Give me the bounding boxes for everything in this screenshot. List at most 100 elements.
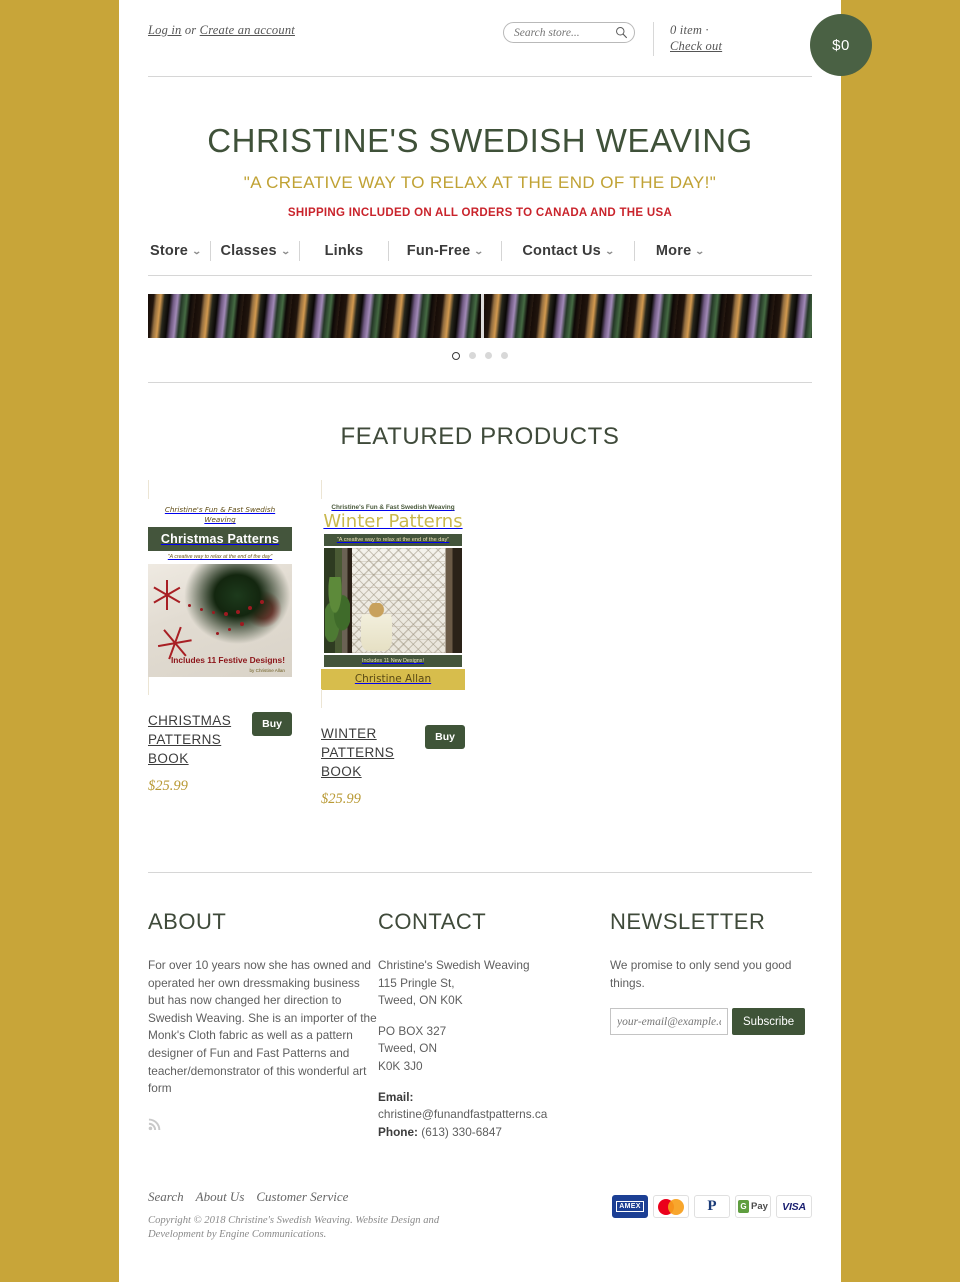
nav-item-links[interactable]: Links (300, 243, 388, 259)
product-card: Christine's Fun & Fast Swedish Weaving C… (148, 480, 292, 808)
sub-footer-links: Search About Us Customer Service (148, 1189, 460, 1205)
nav-label-fun-free: Fun-Free (406, 243, 471, 259)
nav-list: Store ⌄ Classes ⌄ Links Fun-Free ⌄ Conta… (148, 241, 812, 261)
contact-city: Tweed, ON K0K (378, 993, 463, 1008)
page-container: Log in or Create an account 0 item · Che… (119, 0, 872, 1282)
cover-badge: Includes 11 New Designs! (324, 655, 462, 667)
product-image-christmas-patterns-book[interactable]: Christine's Fun & Fast Swedish Weaving C… (148, 480, 292, 695)
contact-address-primary: Christine's Swedish Weaving 115 Pringle … (378, 957, 610, 1010)
amex-label: AMEX (616, 1201, 644, 1213)
cover-title: Winter Patterns (323, 511, 463, 532)
site-tagline: "A CREATIVE WAY TO RELAX AT THE END OF T… (243, 173, 717, 192)
payment-icons: AMEX P G Pay VISA (612, 1195, 812, 1219)
footer: ABOUT For over 10 years now she has owne… (148, 909, 812, 1282)
slider-dot-2[interactable] (469, 352, 476, 359)
google-pay-mark-wrap: G Pay (738, 1200, 768, 1214)
mastercard-circles (658, 1198, 684, 1215)
contact-email-label: Email: (378, 1089, 414, 1104)
hero-slider[interactable] (148, 294, 812, 338)
footer-top-rule (148, 872, 812, 873)
login-link[interactable]: Log in (148, 23, 182, 37)
nav-label-more: More (655, 243, 692, 259)
visa-icon: VISA (776, 1195, 812, 1219)
checkout-link[interactable]: Check out (670, 39, 722, 53)
mastercard-icon (653, 1195, 689, 1219)
create-account-link[interactable]: Create an account (200, 23, 295, 37)
product-meta: CHRISTMAS PATTERNS BOOK Buy (148, 711, 292, 768)
contact-email-value[interactable]: christine@funandfastpatterns.ca (378, 1107, 547, 1121)
sub-footer: Search About Us Customer Service Copyright… (148, 1189, 812, 1282)
product-title-winter-patterns-book[interactable]: WINTER PATTERNS BOOK (321, 724, 409, 781)
nav-label-links: Links (324, 243, 364, 259)
newsletter-heading: NEWSLETTER (610, 909, 766, 934)
featured-heading: FEATURED PRODUCTS (340, 423, 620, 450)
product-image-winter-patterns-book[interactable]: Christine's Fun & Fast Swedish Weaving W… (321, 480, 465, 708)
cart-item-count: 0 item (670, 23, 703, 37)
slider-slide-divider (480, 294, 484, 338)
sub-link-customer-service[interactable]: Customer Service (256, 1189, 348, 1204)
contact-po-box: PO BOX 327 (378, 1023, 447, 1038)
buy-button-christmas-patterns-book[interactable]: Buy (252, 712, 292, 736)
product-grid: Christine's Fun & Fast Swedish Weaving C… (148, 480, 812, 808)
nav-label-store: Store (150, 243, 189, 259)
contact-email-phone: Email: christine@funandfastpatterns.ca P… (378, 1089, 610, 1142)
branding-wrapper: CHRISTINE'S SWEDISH WEAVING "A CREATIVE … (148, 77, 812, 275)
cover-kicker: Christine's Fun & Fast Swedish Weaving (164, 505, 276, 524)
slider-dot-4[interactable] (501, 352, 508, 359)
nav-item-contact-us[interactable]: Contact Us ⌄ (502, 243, 634, 259)
contact-body: Christine's Swedish Weaving 115 Pringle … (378, 957, 610, 1141)
cart-total-bubble[interactable]: $0 (810, 14, 872, 76)
cover-title: Christmas Patterns (148, 527, 292, 551)
contact-po-postal: K0K 3J0 (378, 1058, 423, 1073)
cover-quote: "A creative way to relax at the end of t… (324, 534, 462, 546)
sub-footer-left: Search About Us Customer Service Copyright… (148, 1189, 460, 1242)
utility-divider (653, 22, 654, 56)
buy-button-winter-patterns-book[interactable]: Buy (425, 725, 465, 749)
paypal-label: P (707, 1198, 717, 1215)
footer-column-about: ABOUT For over 10 years now she has owne… (148, 909, 378, 1141)
paypal-icon: P (694, 1195, 730, 1219)
cover-author: Christine Allan (321, 669, 465, 690)
contact-phone-label: Phone: (378, 1124, 418, 1139)
footer-column-newsletter: NEWSLETTER We promise to only send you g… (610, 909, 812, 1141)
subscribe-button[interactable]: Subscribe (732, 1008, 806, 1036)
google-pay-icon: G Pay (735, 1195, 771, 1219)
google-pay-label: Pay (751, 1201, 768, 1213)
hero-slider-section (148, 276, 812, 360)
nav-item-classes[interactable]: Classes ⌄ (211, 243, 299, 259)
sub-link-search[interactable]: Search (148, 1189, 184, 1204)
contact-address-pobox: PO BOX 327 Tweed, ON K0K 3J0 (378, 1023, 610, 1076)
product-card: Christine's Fun & Fast Swedish Weaving W… (321, 480, 465, 808)
cover-badge: Includes 11 Festive Designs! (170, 654, 285, 665)
search-input[interactable] (503, 22, 635, 43)
slider-dots (148, 352, 812, 360)
nav-label-classes: Classes (220, 243, 277, 259)
contact-company: Christine's Swedish Weaving (378, 958, 530, 972)
nav-item-store[interactable]: Store ⌄ (148, 243, 210, 259)
footer-columns: ABOUT For over 10 years now she has owne… (148, 909, 812, 1141)
utility-bar: Log in or Create an account 0 item · Che… (148, 0, 872, 76)
cover-badge-wrap: Includes 11 Festive Designs! by Christin… (148, 655, 292, 678)
nav-item-fun-free[interactable]: Fun-Free ⌄ (389, 243, 501, 259)
slider-dot-3[interactable] (485, 352, 492, 359)
product-price-christmas-patterns-book: $25.99 (148, 778, 188, 794)
footer-column-contact: CONTACT Christine's Swedish Weaving 115 … (378, 909, 610, 1141)
contact-street: 115 Pringle St, (378, 975, 455, 990)
sub-link-about-us[interactable]: About Us (196, 1189, 245, 1204)
amex-icon: AMEX (612, 1195, 648, 1219)
google-pay-mark: G (738, 1200, 750, 1214)
newsletter-email-input[interactable] (610, 1008, 728, 1036)
shipping-notice: SHIPPING INCLUDED ON ALL ORDERS TO CANAD… (287, 207, 673, 219)
main-nav: Store ⌄ Classes ⌄ Links Fun-Free ⌄ Conta… (148, 241, 812, 275)
account-links-separator: or (181, 23, 200, 37)
cover-author: by Christine Allan (249, 668, 286, 673)
rss-icon[interactable] (148, 1116, 163, 1136)
slider-dot-1[interactable] (452, 352, 460, 360)
search-wrapper (503, 22, 635, 43)
product-meta: WINTER PATTERNS BOOK Buy (321, 724, 465, 781)
copyright-text: Copyright © 2018 Christine's Swedish Wea… (148, 1215, 440, 1241)
chevron-down-icon: ⌄ (694, 245, 706, 256)
nav-item-more[interactable]: More ⌄ (635, 243, 725, 259)
utility-bar-wrapper: Log in or Create an account 0 item · Che… (148, 0, 872, 76)
product-title-christmas-patterns-book[interactable]: CHRISTMAS PATTERNS BOOK (148, 711, 236, 768)
